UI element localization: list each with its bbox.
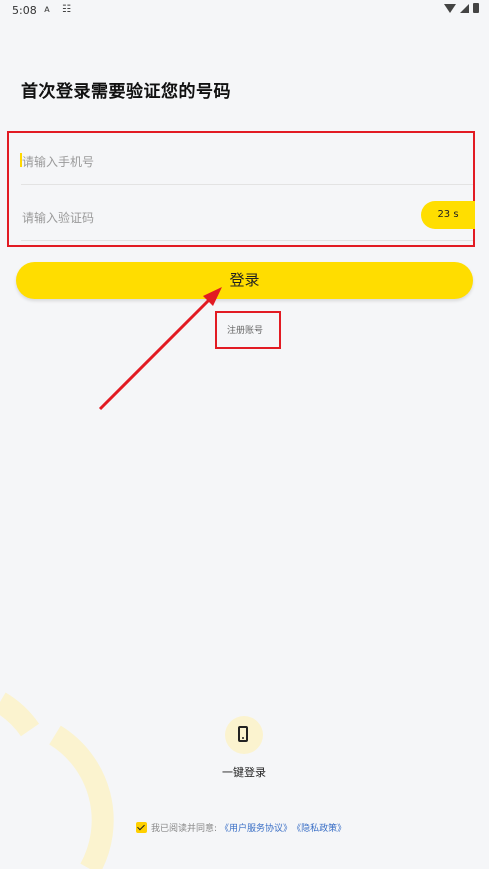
user-agreement-link[interactable]: 《用户服务协议》 <box>220 821 292 834</box>
agreement-text: 我已阅读并同意: <box>151 824 218 834</box>
privacy-policy-link[interactable]: 《隐私政策》 <box>292 821 346 834</box>
quick-login-label: 一键登录 <box>222 766 266 779</box>
agreement-row: 我已阅读并同意: 《用户服务协议》 《隐私政策》 <box>136 821 346 834</box>
decorative-arc <box>0 692 114 869</box>
quick-login-button[interactable] <box>225 716 263 754</box>
agreement-checkbox[interactable] <box>136 822 147 833</box>
phone-icon <box>238 726 248 742</box>
